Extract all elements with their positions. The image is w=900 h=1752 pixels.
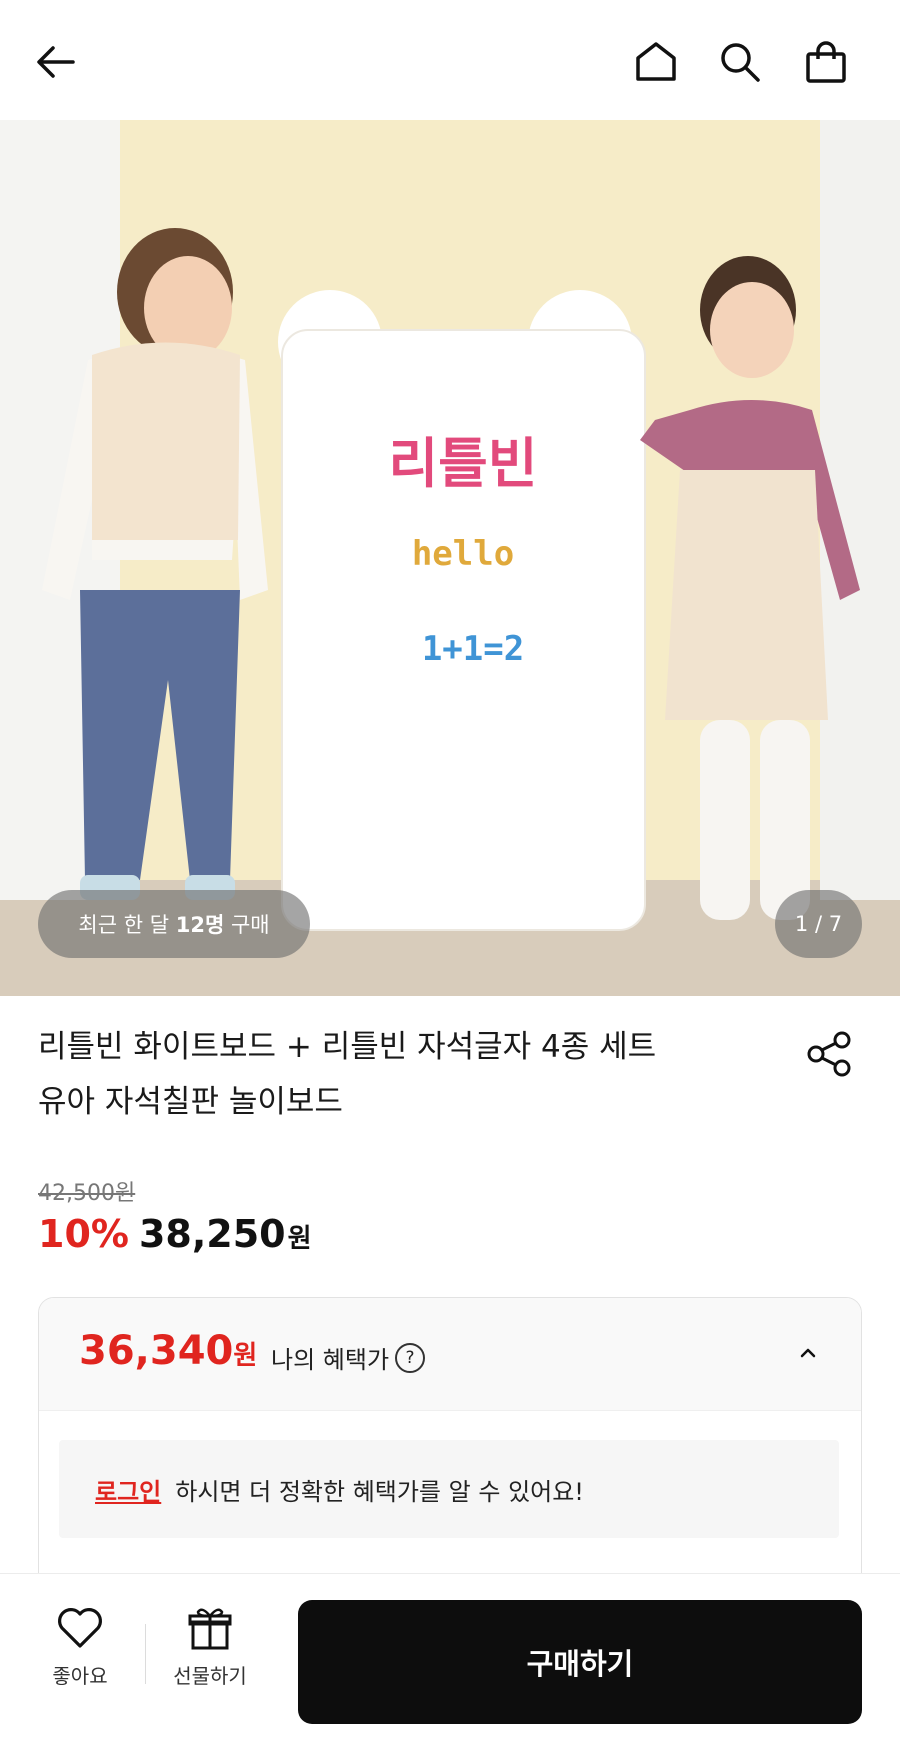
heart-icon — [54, 1602, 106, 1654]
chevron-up-icon[interactable] — [795, 1340, 821, 1366]
login-notice: 로그인 하시면 더 정확한 혜택가를 알 수 있어요! — [59, 1440, 839, 1538]
original-price: 42,500원 — [38, 1181, 136, 1206]
login-link[interactable]: 로그인 — [95, 1472, 161, 1507]
benefit-price-panel: 36,340원 나의 혜택가 ? 로그인 하시면 더 정확한 혜택가를 알 수 … — [38, 1297, 862, 1599]
product-title: 리틀빈 화이트보드 + 리틀빈 자석글자 4종 세트 유아 자석칠판 놀이보드 — [38, 1020, 798, 1130]
purchase-count: 12명 — [175, 913, 225, 937]
product-title-line2: 유아 자석칠판 놀이보드 — [38, 1084, 343, 1120]
board-text-3: 1+1=2 — [422, 629, 524, 669]
benefit-price-won: 원 — [233, 1341, 258, 1371]
like-label: 좋아요 — [52, 1664, 108, 1688]
bottom-action-bar: 좋아요 선물하기 구매하기 — [0, 1573, 900, 1752]
gift-icon — [184, 1602, 236, 1654]
whiteboard: 리틀빈 hello 1+1=2 — [278, 290, 646, 931]
benefit-price-value: 36,340 — [79, 1328, 234, 1374]
product-image[interactable]: 리틀빈 hello 1+1=2 최근 한 달 12명 구매 1 / 7 — [0, 120, 900, 996]
sale-price-won: 원 — [287, 1224, 312, 1254]
purchase-suffix: 구매 — [224, 913, 270, 937]
benefit-label: 나의 혜택가 ? — [271, 1340, 426, 1375]
shopping-bag-icon[interactable] — [800, 36, 852, 88]
login-notice-text: 하시면 더 정확한 혜택가를 알 수 있어요! — [175, 1477, 584, 1506]
board-text-1: 리틀빈 — [388, 432, 537, 495]
top-bar — [0, 0, 900, 120]
product-title-line1: 리틀빈 화이트보드 + 리틀빈 자석글자 4종 세트 — [38, 1029, 657, 1065]
sale-price: 38,250 — [138, 1212, 286, 1256]
gift-button[interactable]: 선물하기 — [155, 1602, 265, 1689]
discount-percent: 10% — [38, 1212, 129, 1256]
board-text-2: hello — [412, 534, 514, 574]
like-button[interactable]: 좋아요 — [25, 1602, 135, 1689]
recent-purchase-badge: 최근 한 달 12명 구매 — [38, 890, 310, 958]
image-page-indicator: 1 / 7 — [775, 890, 862, 958]
sale-price-row: 10% 38,250 원 — [38, 1212, 312, 1256]
back-arrow-icon[interactable] — [30, 36, 82, 88]
gift-label: 선물하기 — [173, 1664, 247, 1688]
share-icon[interactable] — [804, 1028, 856, 1080]
buy-button[interactable]: 구매하기 — [298, 1600, 862, 1724]
benefit-label-text: 나의 혜택가 — [271, 1346, 390, 1374]
benefit-price: 36,340원 — [79, 1328, 257, 1374]
home-icon[interactable] — [630, 36, 682, 88]
bottom-divider — [145, 1624, 146, 1684]
help-icon[interactable]: ? — [395, 1342, 426, 1373]
search-icon[interactable] — [714, 36, 766, 88]
benefit-header[interactable]: 36,340원 나의 혜택가 ? — [39, 1298, 861, 1411]
product-photo: 리틀빈 hello 1+1=2 — [0, 120, 900, 996]
purchase-prefix: 최근 한 달 — [78, 913, 176, 937]
page-indicator-text: 1 / 7 — [794, 912, 843, 936]
